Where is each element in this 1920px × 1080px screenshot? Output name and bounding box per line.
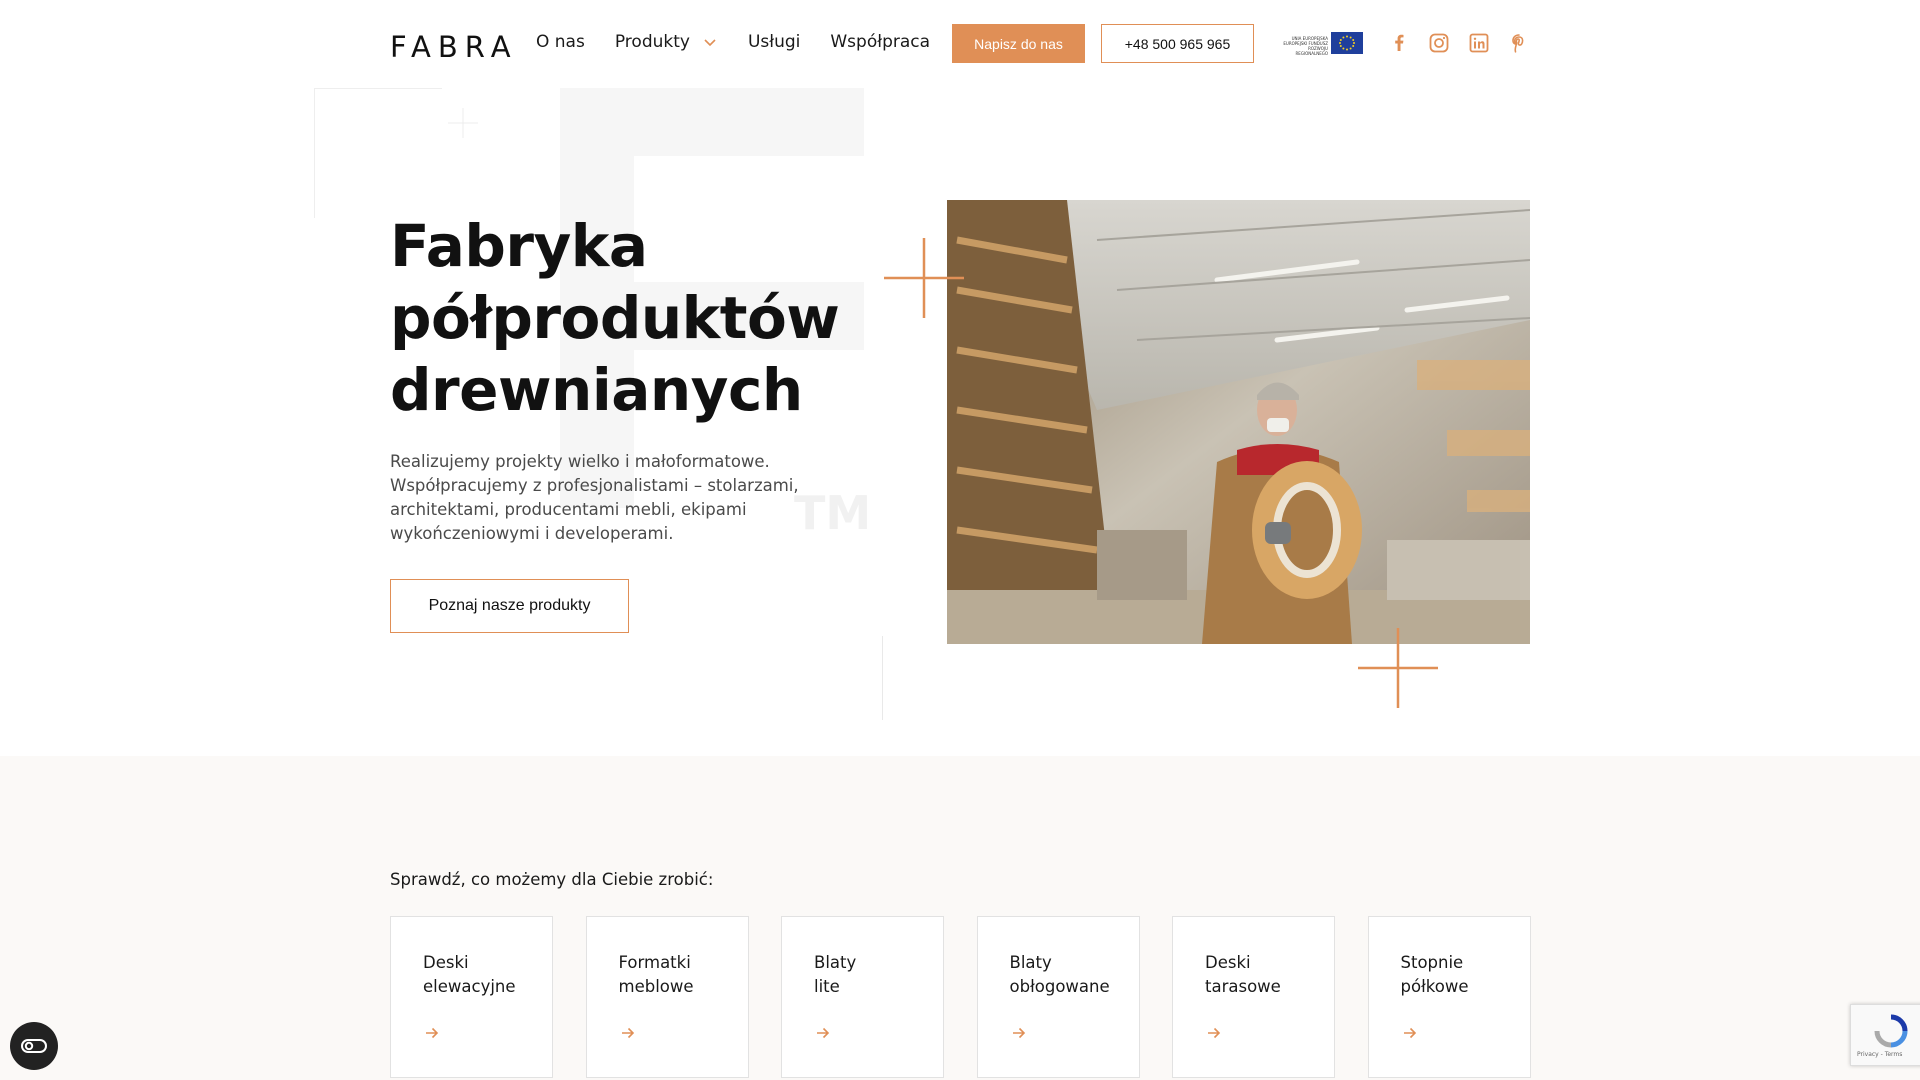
services-cards: Deski elewacyjne Formatki meblowe Blaty … [390,916,1531,1078]
card-title-line: elewacyjne [423,977,516,996]
card-title-line: lite [814,977,840,996]
facebook-icon[interactable] [1388,32,1410,54]
card-title: Deski elewacyjne [423,951,533,999]
service-card-stopnie-polkowe[interactable]: Stopnie półkowe [1367,916,1531,1078]
nav-label: Produkty [614,32,690,52]
card-title-line: obłogowane [1009,977,1110,996]
nav-item-produkty[interactable]: Produkty [615,32,718,52]
decorative-frame [314,88,442,218]
card-title: Formatki meblowe [619,951,729,999]
decorative-line [882,636,883,720]
card-title-line: Stopnie [1400,953,1464,972]
linkedin-icon[interactable] [1468,32,1490,54]
plus-icon [884,238,964,318]
card-title: Deski tarasowe [1205,951,1315,999]
card-title-line: Deski [1205,953,1251,972]
plus-icon [1358,628,1438,708]
site-header: FABRA O nas Produkty Usługi Współpraca N… [0,0,1920,88]
arrow-right-icon [1012,1027,1025,1039]
arrow-right-icon [1403,1027,1416,1039]
nav-item-o-nas[interactable]: O nas [536,32,585,52]
service-card-blaty-lite[interactable]: Blaty lite [781,916,944,1078]
nav-item-uslugi[interactable]: Usługi [748,32,800,52]
eu-flag-icon [1331,32,1363,54]
eu-badge-text: UNIA EUROPEJSKA EUROPEJSKI FUNDUSZ ROZWO… [1283,36,1328,56]
arrow-right-icon [621,1027,634,1039]
service-card-deski-tarasowe[interactable]: Deski tarasowe [1172,916,1335,1078]
card-title-line: półkowe [1400,977,1469,996]
service-card-deski-elewacyjne[interactable]: Deski elewacyjne [390,916,553,1078]
recaptcha-badge[interactable]: Privacy - Terms [1850,1004,1920,1066]
card-title-line: tarasowe [1205,977,1281,996]
nav-label: Usługi [747,32,801,52]
instagram-icon[interactable] [1428,32,1450,54]
card-title: Blaty obłogowane [1010,951,1120,999]
card-title: Blaty lite [814,951,924,999]
arrow-right-icon [817,1027,830,1039]
card-title-line: Deski [423,953,469,972]
recaptcha-icon [1874,1014,1908,1048]
card-title-line: Blaty [1009,953,1052,972]
card-title: Stopnie półkowe [1401,951,1511,999]
hero-title: Fabryka półproduktów drewnianych [390,210,910,426]
hero-title-line: półproduktów [390,284,840,352]
phone-button[interactable]: +48 500 965 965 [1101,24,1254,63]
main-nav: O nas Produkty Usługi Współpraca [536,32,960,52]
pinterest-icon[interactable] [1508,32,1530,54]
card-title-line: Blaty [814,953,857,972]
service-card-formatki-meblowe[interactable]: Formatki meblowe [585,916,749,1078]
service-card-blaty-oblogowane[interactable]: Blaty obłogowane [976,916,1140,1078]
social-links [1388,32,1548,54]
arrow-right-icon [426,1027,439,1039]
arrow-right-icon [1208,1027,1221,1039]
nav-label: O nas [536,32,585,52]
services-heading: Sprawdź, co możemy dla Ciebie zrobić: [390,870,714,889]
eu-funding-badge: UNIA EUROPEJSKA EUROPEJSKI FUNDUSZ ROZWO… [1275,32,1365,56]
nav-label: Współpraca [830,32,931,52]
logo[interactable]: FABRA [390,30,518,64]
hero-title-line: drewnianych [390,356,803,424]
hero-description: Realizujemy projekty wielko i małoformat… [390,452,799,543]
hero-title-line: Fabryka [390,212,648,280]
accessibility-button[interactable] [10,1022,58,1070]
hero-photo-factory-worker [947,200,1530,644]
decorative-plus-icon [448,108,478,138]
card-title-line: Formatki [618,953,691,972]
nav-item-wspolpraca[interactable]: Współpraca [830,32,930,52]
recaptcha-text: Privacy - Terms [1857,1051,1903,1058]
products-cta-button[interactable]: Poznaj nasze produkty [390,579,629,633]
contact-button[interactable]: Napisz do nas [952,24,1085,63]
card-title-line: meblowe [618,977,694,996]
accessibility-toggle-icon [21,1039,47,1053]
chevron-down-icon [704,39,716,47]
